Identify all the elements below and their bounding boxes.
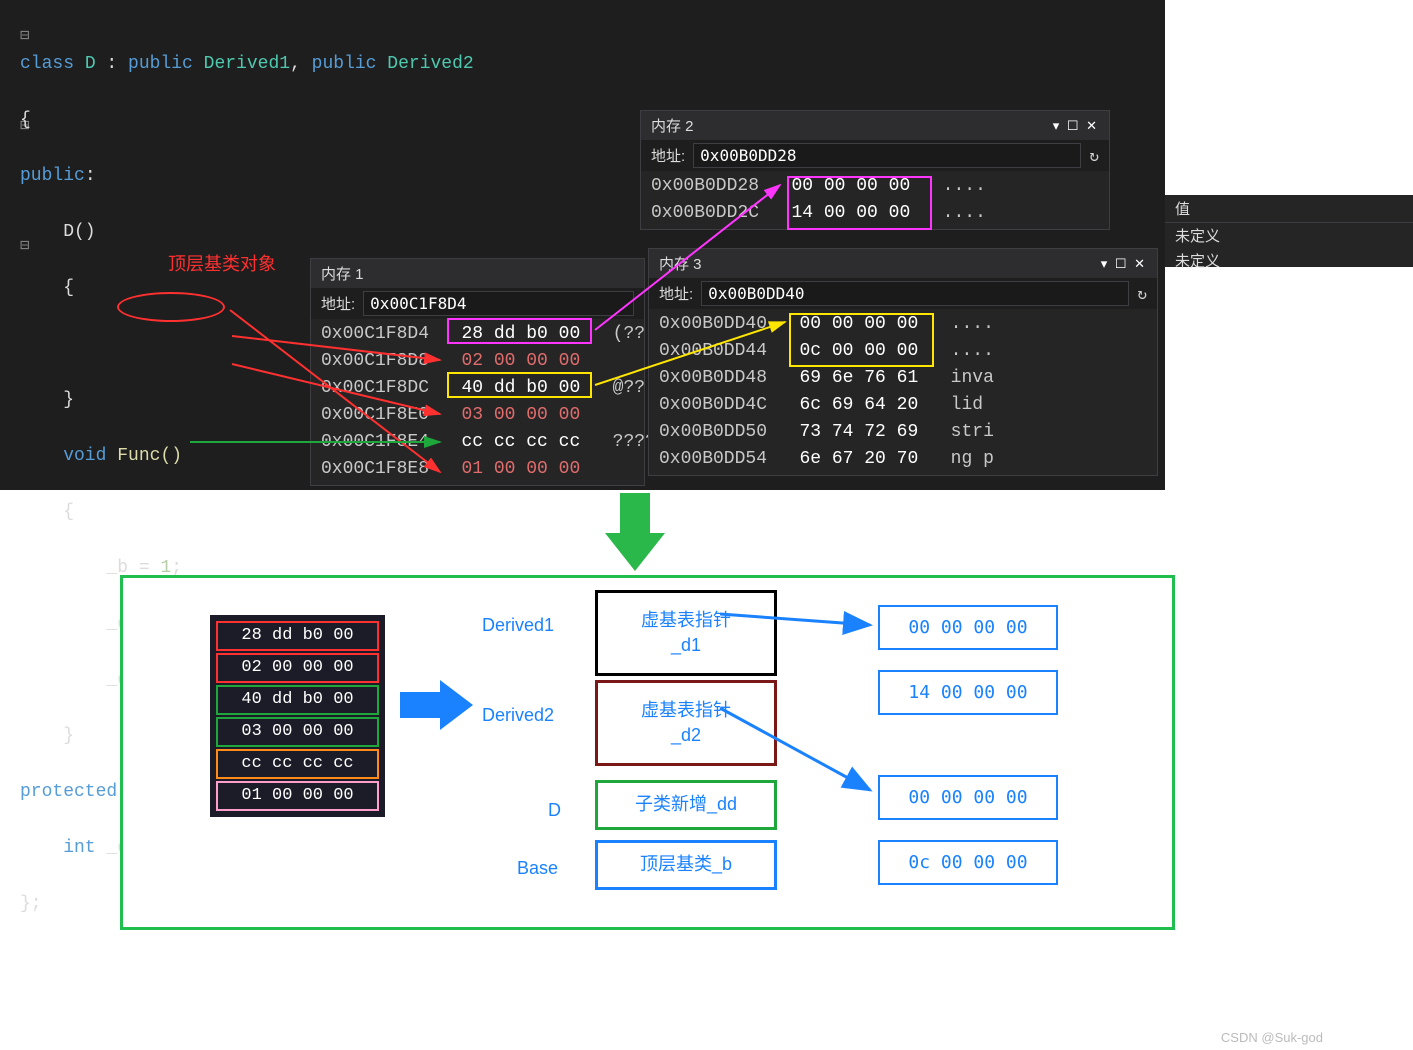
mini-row: 28 dd b0 00 (216, 621, 379, 651)
diag-label-d: D (548, 800, 561, 821)
value-column: 值 未定义 未定义 (1165, 195, 1413, 267)
memory-row: 0x00C1F8E8 01 00 00 00 (321, 456, 634, 483)
diag-box-d: 子类新增_dd (595, 780, 777, 830)
memory-row: 0x00B0DD4C 6c 69 64 20 lid (659, 392, 1147, 419)
address-label: 地址: (659, 283, 693, 304)
watermark: CSDN @Suk-god (1221, 1030, 1323, 1045)
window-controls[interactable]: ▾ ☐ ✕ (1053, 118, 1099, 134)
address-label: 地址: (651, 145, 685, 166)
code-line: class D : public Derived1, public Derive… (20, 50, 474, 78)
memory-row: 0x00B0DD50 73 74 72 69 stri (659, 419, 1147, 446)
vbtable-entry: 14 00 00 00 (878, 670, 1058, 715)
memory-dump: 0x00B0DD28 00 00 00 00 .... 0x00B0DD2C 1… (641, 171, 1109, 229)
code-line: D() (20, 218, 474, 246)
annotation-ellipse (117, 292, 225, 322)
memory-row: 0x00B0DD40 00 00 00 00 .... (659, 311, 1147, 338)
memory-row: 0x00B0DD2C 14 00 00 00 .... (651, 200, 1099, 227)
address-input[interactable] (693, 143, 1081, 168)
code-line: public: (20, 162, 474, 190)
mini-row: 01 00 00 00 (216, 781, 379, 811)
mini-row: 02 00 00 00 (216, 653, 379, 683)
memory-dump: 0x00C1F8D4 28 dd b0 00 (??. 0x00C1F8D8 0… (311, 319, 644, 485)
vbtable-entry: 0c 00 00 00 (878, 840, 1058, 885)
memory-dump: 0x00B0DD40 00 00 00 00 .... 0x00B0DD44 0… (649, 309, 1157, 475)
value-cell: 未定义 (1165, 248, 1413, 273)
vbtable-entry: 00 00 00 00 (878, 775, 1058, 820)
memory-row: 0x00C1F8D8 02 00 00 00 (321, 348, 634, 375)
memory-row: 0x00C1F8E0 03 00 00 00 (321, 402, 634, 429)
down-arrow-icon (605, 493, 665, 573)
mini-row: cc cc cc cc (216, 749, 379, 779)
memory-panel-2: 内存 2 ▾ ☐ ✕ 地址: ↻ 0x00B0DD28 00 00 00 00 … (640, 110, 1110, 230)
memory-row: 0x00C1F8E4 cc cc cc cc ???? (321, 429, 634, 456)
memory-row: 0x00C1F8D4 28 dd b0 00 (??. (321, 321, 634, 348)
refresh-icon[interactable]: ↻ (1137, 284, 1147, 304)
vbtable-entry: 00 00 00 00 (878, 605, 1058, 650)
address-label: 地址: (321, 293, 355, 314)
diag-box-derived2: 虚基表指针_d2 (595, 680, 777, 766)
mini-row: 03 00 00 00 (216, 717, 379, 747)
memory-panel-title: 内存 2 (651, 115, 694, 136)
memory-row: 0x00B0DD54 6e 67 20 70 ng p (659, 446, 1147, 473)
memory-panel-header[interactable]: 内存 1 (311, 259, 644, 288)
memory-panel-header[interactable]: 内存 2 ▾ ☐ ✕ (641, 111, 1109, 140)
mini-memory: 28 dd b0 00 02 00 00 00 40 dd b0 00 03 0… (210, 615, 385, 817)
address-input[interactable] (363, 291, 634, 316)
diag-box-derived1: 虚基表指针_d1 (595, 590, 777, 676)
annotation-label: 顶层基类对象 (168, 250, 276, 276)
code-line: { (20, 498, 474, 526)
memory-row: 0x00B0DD44 0c 00 00 00 .... (659, 338, 1147, 365)
memory-row: 0x00C1F8DC 40 dd b0 00 @??. (321, 375, 634, 402)
mini-row: 40 dd b0 00 (216, 685, 379, 715)
refresh-icon[interactable]: ↻ (1089, 146, 1099, 166)
diag-box-base: 顶层基类_b (595, 840, 777, 890)
value-header: 值 (1165, 195, 1413, 223)
memory-panel-1: 内存 1 地址: 0x00C1F8D4 28 dd b0 00 (??. 0x0… (310, 258, 645, 486)
address-input[interactable] (701, 281, 1129, 306)
memory-panel-title: 内存 1 (321, 263, 364, 284)
right-arrow-icon (400, 680, 475, 730)
window-controls[interactable]: ▾ ☐ ✕ (1101, 256, 1147, 272)
memory-row: 0x00B0DD48 69 6e 76 61 inva (659, 365, 1147, 392)
diag-label-base: Base (517, 858, 558, 879)
value-cell: 未定义 (1165, 223, 1413, 248)
memory-panel-header[interactable]: 内存 3 ▾ ☐ ✕ (649, 249, 1157, 278)
diag-label-derived1: Derived1 (482, 615, 554, 636)
memory-panel-3: 内存 3 ▾ ☐ ✕ 地址: ↻ 0x00B0DD40 00 00 00 00 … (648, 248, 1158, 476)
memory-row: 0x00B0DD28 00 00 00 00 .... (651, 173, 1099, 200)
code-line: { (20, 106, 474, 134)
diag-label-derived2: Derived2 (482, 705, 554, 726)
memory-panel-title: 内存 3 (659, 253, 702, 274)
